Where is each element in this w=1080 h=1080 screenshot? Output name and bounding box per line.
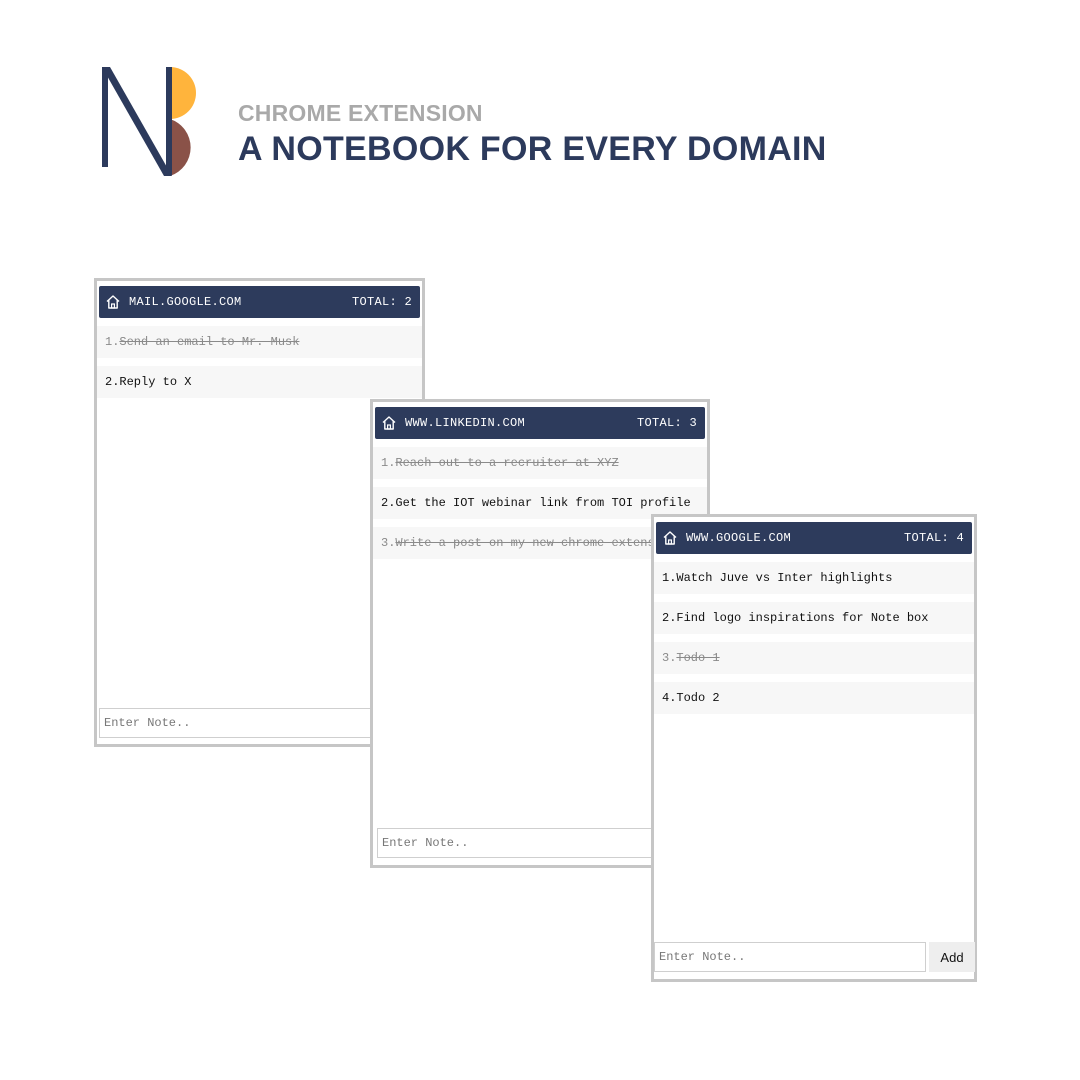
notes-list: 1. Watch Juve vs Inter highlights 2. Find … [654,562,974,722]
popup-header: WWW.GOOGLE.COM TOTAL: 4 [656,522,972,554]
note-number: 2. [381,496,396,510]
note-text: Find logo inspirations for Note box [676,611,929,625]
list-item[interactable]: 4. Todo 2 [654,682,974,714]
headline: CHROME EXTENSION A NOTEBOOK FOR EVERY DO… [238,100,827,168]
home-icon[interactable] [381,414,399,432]
note-text: Get the IOT webinar link from TOI profil… [395,496,691,510]
total-count: TOTAL: 3 [636,416,697,430]
list-item[interactable]: 1. Reach out to a recruiter at XYZ [373,447,707,479]
note-input[interactable] [377,828,652,858]
total-count: TOTAL: 4 [903,531,964,545]
domain-label: WWW.GOOGLE.COM [686,531,792,545]
total-count: TOTAL: 2 [351,295,412,309]
note-number: 4. [662,691,677,705]
add-button[interactable]: Add [929,942,975,972]
list-item[interactable]: 2. Find logo inspirations for Note box [654,602,974,634]
domain-label: WWW.LINKEDIN.COM [405,416,526,430]
note-text: Send an email to Mr. Musk [119,335,300,349]
note-number: 2. [662,611,677,625]
note-input[interactable] [654,942,926,972]
note-number: 1. [662,571,677,585]
note-text: Watch Juve vs Inter highlights [676,571,893,585]
subtitle: CHROME EXTENSION [238,100,483,126]
home-icon[interactable] [105,293,123,311]
list-item[interactable]: 2. Reply to X [97,366,422,398]
popup-google: WWW.GOOGLE.COM TOTAL: 4 1. Watch Juve vs … [651,514,977,982]
note-text: Reply to X [119,375,192,389]
page-title: A NOTEBOOK FOR EVERY DOMAIN [238,130,827,168]
list-item[interactable]: 1. Send an email to Mr. Musk [97,326,422,358]
note-number: 1. [105,335,120,349]
list-item[interactable]: 1. Watch Juve vs Inter highlights [654,562,974,594]
notes-list: 1. Send an email to Mr. Musk 2. Reply to X [97,326,422,406]
home-icon[interactable] [662,529,680,547]
note-text: Todo 1 [676,651,720,665]
popup-header: MAIL.GOOGLE.COM TOTAL: 2 [99,286,420,318]
domain-label: MAIL.GOOGLE.COM [129,295,242,309]
note-text: Reach out to a recruiter at XYZ [395,456,619,470]
note-number: 1. [381,456,396,470]
note-number: 3. [662,651,677,665]
note-number: 2. [105,375,120,389]
note-number: 3. [381,536,396,550]
notebox-logo [102,67,196,176]
note-text: Todo 2 [676,691,720,705]
popup-header: WWW.LINKEDIN.COM TOTAL: 3 [375,407,705,439]
list-item[interactable]: 3. Todo 1 [654,642,974,674]
note-text: Write a post on my new chrome extens [395,536,655,550]
